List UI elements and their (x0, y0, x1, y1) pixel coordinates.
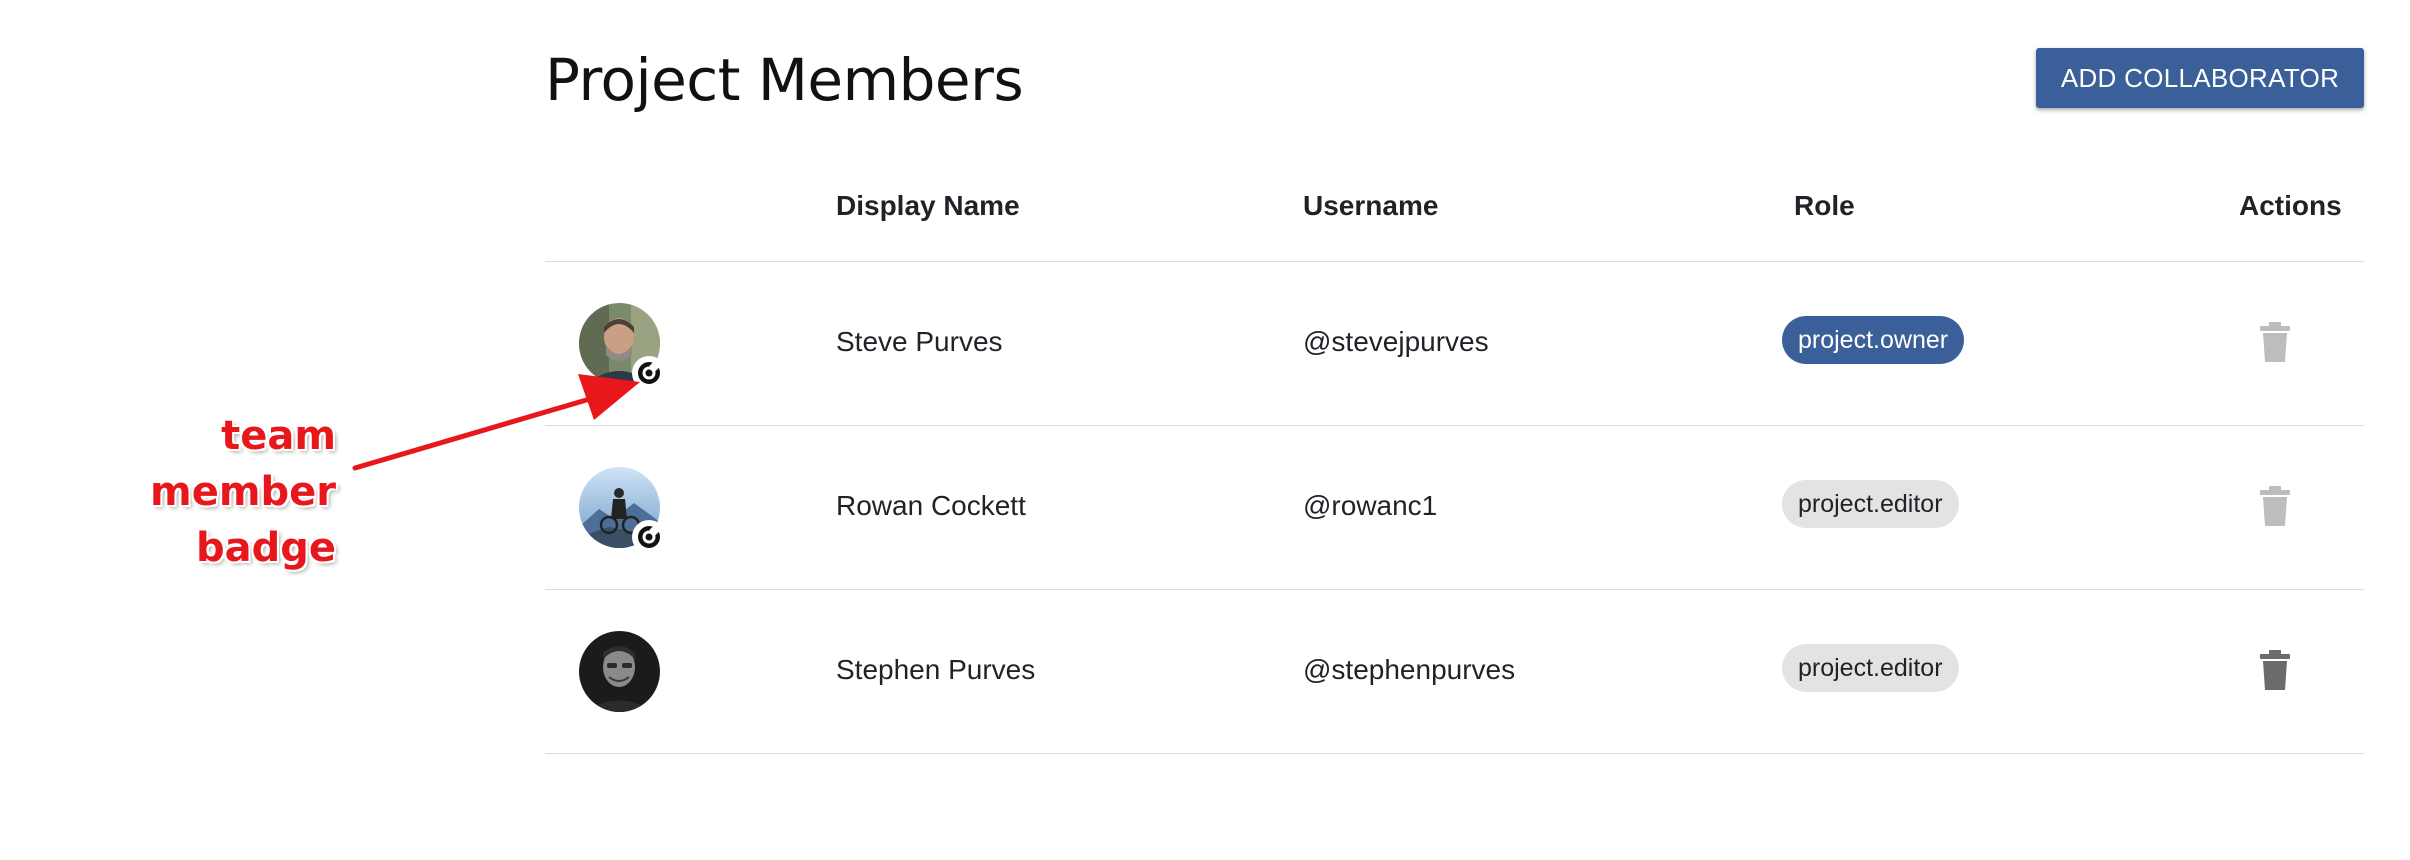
avatar (579, 303, 666, 390)
column-header-username: Username (1303, 190, 1439, 221)
table-row: Rowan Cockett @rowanc1 project.editor (545, 426, 2364, 590)
column-header-role: Role (1794, 190, 1855, 221)
display-name: Stephen Purves (836, 654, 1036, 685)
role-chip: project.owner (1782, 316, 1965, 364)
annotation-line-2: badge (195, 525, 336, 571)
display-name: Rowan Cockett (836, 490, 1026, 521)
avatar-image (579, 631, 660, 712)
column-header-actions: Actions (2239, 190, 2342, 221)
avatar (579, 467, 666, 554)
members-table: Display Name Username Role Actions Steve… (545, 160, 2364, 754)
table-row: Stephen Purves @stephenpurves project.ed… (545, 590, 2364, 754)
add-collaborator-button[interactable]: ADD COLLABORATOR (2036, 48, 2364, 108)
trash-icon[interactable] (2260, 650, 2290, 690)
role-chip: project.editor (1782, 644, 1959, 692)
annotation-label: team member badge (30, 408, 336, 576)
target-badge-icon (632, 356, 666, 390)
trash-icon[interactable] (2260, 486, 2290, 526)
username: @stephenpurves (1303, 654, 1516, 685)
role-chip: project.editor (1782, 480, 1959, 528)
trash-icon[interactable] (2260, 322, 2290, 362)
table-header: Display Name Username Role Actions (545, 160, 2364, 262)
page-title: Project Members (545, 46, 1024, 114)
username: @rowanc1 (1303, 490, 1438, 521)
display-name: Steve Purves (836, 326, 1003, 357)
table-row: Steve Purves @stevejpurves project.owner (545, 262, 2364, 426)
column-header-display-name: Display Name (836, 190, 1020, 221)
username: @stevejpurves (1303, 326, 1489, 357)
annotation-line-1: team member (150, 413, 336, 515)
target-badge-icon (632, 520, 666, 554)
avatar (579, 631, 660, 712)
